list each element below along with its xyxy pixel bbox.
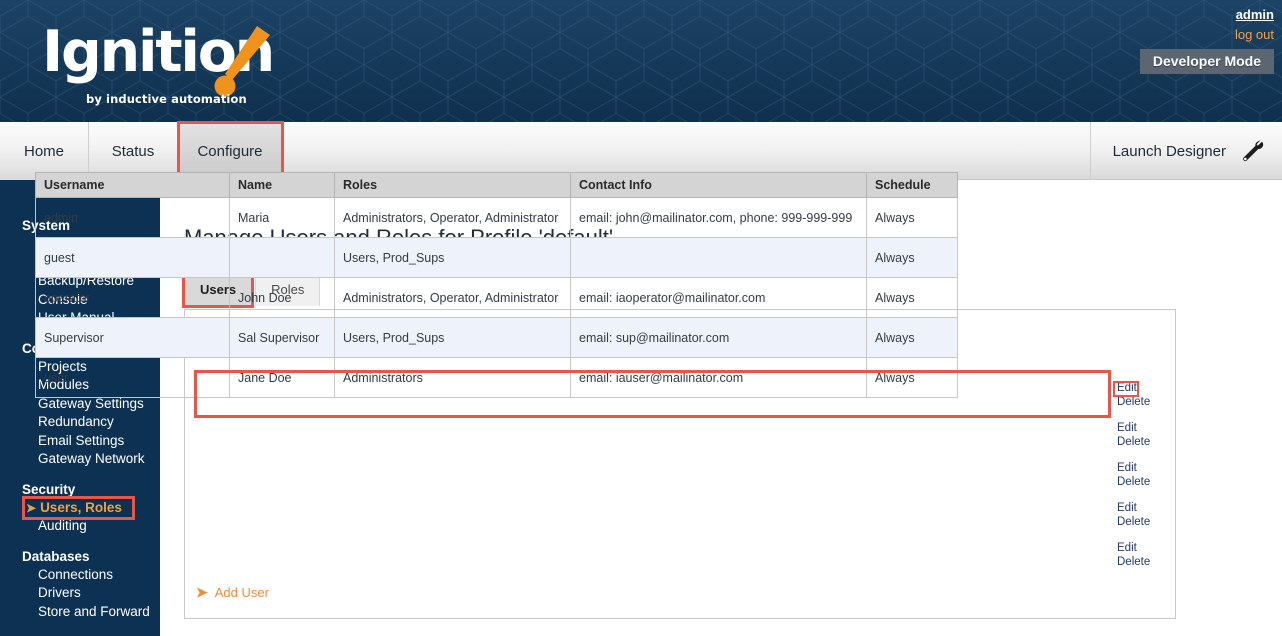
cell-contact: [570, 237, 867, 278]
add-user-label: Add User: [214, 585, 269, 600]
row-actions: Edit Delete: [1117, 381, 1177, 409]
column-header-roles: Roles: [334, 172, 571, 198]
arrow-right-icon: ➤: [196, 584, 208, 600]
sidebar-item-auditing[interactable]: Auditing: [0, 517, 160, 536]
row-actions: Edit Delete: [1117, 541, 1177, 569]
cell-roles: Users, Prod_Sups: [334, 237, 571, 278]
table-row[interactable]: Supervisor Sal Supervisor Users, Prod_Su…: [35, 317, 958, 358]
admin-link[interactable]: admin: [1236, 7, 1274, 22]
row-actions: Edit Delete: [1117, 461, 1177, 489]
cell-schedule: Always: [866, 317, 958, 358]
cell-contact: email: john@mailinator.com, phone: 999-9…: [570, 197, 867, 238]
developer-mode-badge: Developer Mode: [1139, 49, 1274, 74]
launch-designer-button[interactable]: Launch Designer: [1089, 122, 1282, 180]
header-user-area: admin log out Developer Mode: [954, 6, 1274, 74]
cell-name: John Doe: [229, 277, 335, 318]
wrench-icon: [1243, 140, 1264, 162]
cell-name: Sal Supervisor: [229, 317, 335, 358]
sidebar-item-users-roles[interactable]: ➤ Users, Roles: [0, 499, 160, 518]
table-row[interactable]: guest Users, Prod_Sups Always: [35, 237, 958, 278]
exclamation-mark-icon: [214, 26, 270, 97]
delete-link[interactable]: Delete: [1117, 515, 1177, 529]
sidebar-item-label: Users, Roles: [40, 499, 122, 515]
cell-username: admin: [35, 197, 230, 238]
edit-link[interactable]: Edit: [1117, 541, 1177, 555]
cell-schedule: Always: [866, 357, 958, 398]
sidebar-group-title: Security: [22, 481, 76, 497]
logout-link[interactable]: log out: [954, 27, 1274, 42]
sidebar-item-gateway-network[interactable]: Gateway Network: [0, 450, 160, 469]
cell-username: user: [35, 357, 230, 398]
sidebar-item-drivers[interactable]: Drivers: [0, 584, 160, 603]
table-header-row: Username Name Roles Contact Info Schedul…: [35, 172, 958, 198]
sidebar-group-security: Security ➤ Users, Roles Auditing: [0, 482, 160, 536]
sidebar-item-store-and-forward[interactable]: Store and Forward: [0, 603, 160, 622]
column-header-username: Username: [35, 172, 230, 198]
page-header: Ignition by inductive automation admin l…: [0, 0, 1282, 122]
edit-link[interactable]: Edit: [1117, 381, 1177, 395]
cell-name: Maria: [229, 197, 335, 238]
row-actions: Edit Delete: [1117, 501, 1177, 529]
sidebar-group-databases: Databases Connections Drivers Store and …: [0, 549, 160, 622]
ignition-logo[interactable]: Ignition by inductive automation: [42, 18, 275, 110]
cell-name: Jane Doe: [229, 357, 335, 398]
logo-tagline: by inductive automation: [86, 92, 247, 106]
edit-link[interactable]: Edit: [1117, 421, 1177, 435]
table-row[interactable]: admin Maria Administrators, Operator, Ad…: [35, 197, 958, 238]
table-row[interactable]: user Jane Doe Administrators email: iaus…: [35, 357, 958, 398]
delete-link[interactable]: Delete: [1117, 555, 1177, 569]
table-row[interactable]: operator John Doe Administrators, Operat…: [35, 277, 958, 318]
edit-link[interactable]: Edit: [1117, 501, 1177, 515]
sidebar-item-redundancy[interactable]: Redundancy: [0, 413, 160, 432]
cell-contact: email: iaoperator@mailinator.com: [570, 277, 867, 318]
cell-contact: email: sup@mailinator.com: [570, 317, 867, 358]
cell-schedule: Always: [866, 237, 958, 278]
sidebar-group-title: Databases: [22, 548, 90, 564]
cell-username: Supervisor: [35, 317, 230, 358]
edit-link[interactable]: Edit: [1117, 461, 1177, 475]
users-table: Username Name Roles Contact Info Schedul…: [35, 172, 958, 398]
cell-roles: Administrators, Operator, Administrator: [334, 277, 571, 318]
cell-username: operator: [35, 277, 230, 318]
column-header-schedule: Schedule: [866, 172, 958, 198]
cell-roles: Administrators: [334, 357, 571, 398]
delete-link[interactable]: Delete: [1117, 435, 1177, 449]
add-user-link[interactable]: ➤ Add User: [196, 584, 269, 601]
row-actions: Edit Delete: [1117, 421, 1177, 449]
cell-schedule: Always: [866, 277, 958, 318]
cell-name: [229, 237, 335, 278]
cell-schedule: Always: [866, 197, 958, 238]
column-header-contact-info: Contact Info: [570, 172, 867, 198]
cell-roles: Users, Prod_Sups: [334, 317, 571, 358]
column-header-name: Name: [229, 172, 335, 198]
sidebar-item-email-settings[interactable]: Email Settings: [0, 432, 160, 451]
cell-roles: Administrators, Operator, Administrator: [334, 197, 571, 238]
delete-link[interactable]: Delete: [1117, 475, 1177, 489]
sidebar-item-connections[interactable]: Connections: [0, 566, 160, 585]
arrow-right-icon: ➤: [26, 500, 37, 515]
cell-contact: email: iauser@mailinator.com: [570, 357, 867, 398]
delete-link[interactable]: Delete: [1117, 395, 1177, 409]
cell-username: guest: [35, 237, 230, 278]
launch-designer-label: Launch Designer: [1112, 142, 1226, 160]
